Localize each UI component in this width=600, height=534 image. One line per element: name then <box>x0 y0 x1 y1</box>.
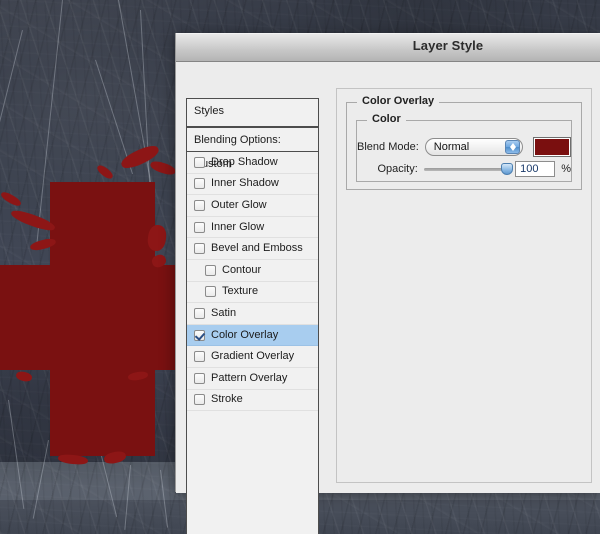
color-groupbox: Color Blend Mode: Normal Opacity: 100 % <box>356 113 572 182</box>
layer-style-dialog: Layer Style Styles Blending Options: Cus… <box>175 33 600 534</box>
checkbox-icon[interactable] <box>194 221 205 233</box>
checkbox-icon[interactable] <box>194 156 205 168</box>
paint-spatter <box>0 190 23 208</box>
opacity-input[interactable]: 100 <box>515 161 556 177</box>
opacity-slider-thumb[interactable] <box>501 163 514 175</box>
blend-mode-value: Normal <box>433 141 470 153</box>
color-overlay-panel: Color Overlay Color Blend Mode: Normal O… <box>336 88 592 483</box>
effect-label: Color Overlay <box>211 328 279 341</box>
checkbox-icon[interactable] <box>194 307 205 319</box>
checkbox-icon[interactable] <box>194 243 205 255</box>
blend-mode-row: Blend Mode: Normal <box>357 137 571 157</box>
checkbox-icon[interactable] <box>194 351 205 363</box>
styles-label: Styles <box>194 105 224 117</box>
dialog-body: Styles Blending Options: Custom Drop Sha… <box>176 62 600 534</box>
effect-row-texture[interactable]: Texture <box>187 282 318 304</box>
effect-row-inner-shadow[interactable]: Inner Shadow <box>187 174 318 196</box>
red-cross-graphic <box>0 0 175 470</box>
effect-label: Inner Glow <box>211 220 265 233</box>
opacity-row: Opacity: 100 % <box>357 161 571 177</box>
effect-label: Outer Glow <box>211 198 267 211</box>
effect-label: Satin <box>211 306 237 319</box>
opacity-label: Opacity: <box>377 163 418 175</box>
blend-mode-label: Blend Mode: <box>357 141 419 153</box>
blend-mode-select[interactable]: Normal <box>424 138 523 156</box>
screenshot-root: Layer Style Styles Blending Options: Cus… <box>0 0 600 534</box>
effect-label: Texture <box>222 285 259 298</box>
paint-spatter <box>149 159 175 177</box>
paint-spatter <box>95 163 115 181</box>
effect-row-contour[interactable]: Contour <box>187 260 318 282</box>
paint-spatter <box>15 370 33 383</box>
dialog-title: Layer Style <box>412 38 484 53</box>
effect-label: Drop Shadow <box>211 155 278 168</box>
effect-row-outer-glow[interactable]: Outer Glow <box>187 195 318 217</box>
checkbox-icon[interactable] <box>205 286 216 298</box>
effect-row-inner-glow[interactable]: Inner Glow <box>187 217 318 239</box>
opacity-unit-label: % <box>561 163 571 175</box>
opacity-slider-track <box>423 168 508 171</box>
blending-options-row[interactable]: Blending Options: Custom <box>186 127 319 170</box>
cross-horizontal-bar <box>0 265 175 370</box>
color-swatch-button[interactable] <box>532 137 571 157</box>
effect-label: Stroke <box>211 393 243 406</box>
checkbox-icon[interactable] <box>194 199 205 211</box>
color-overlay-groupbox: Color Overlay Color Blend Mode: Normal O… <box>346 95 582 190</box>
checkbox-icon[interactable] <box>194 178 205 190</box>
opacity-slider[interactable] <box>423 162 514 176</box>
checkbox-icon[interactable] <box>205 264 216 276</box>
effect-label: Pattern Overlay <box>211 371 288 384</box>
checkbox-checked-icon[interactable] <box>194 329 205 341</box>
color-group-label: Color <box>367 113 406 125</box>
effect-row-color-overlay[interactable]: Color Overlay <box>187 324 318 347</box>
effect-label: Inner Shadow <box>211 177 279 190</box>
effect-label: Gradient Overlay <box>211 350 295 363</box>
styles-panel: Styles Blending Options: Custom Drop Sha… <box>186 98 319 534</box>
effect-label: Contour <box>222 263 262 276</box>
styles-section[interactable]: Styles <box>186 98 319 127</box>
effect-row-gradient-overlay[interactable]: Gradient Overlay <box>187 346 318 368</box>
checkbox-icon[interactable] <box>194 372 205 384</box>
effect-label: Bevel and Emboss <box>211 242 303 255</box>
dialog-titlebar[interactable]: Layer Style <box>176 33 600 62</box>
checkbox-icon[interactable] <box>194 394 205 406</box>
effect-row-bevel-and-emboss[interactable]: Bevel and Emboss <box>187 238 318 260</box>
chevron-updown-icon[interactable] <box>504 140 520 154</box>
color-overlay-group-label: Color Overlay <box>357 95 440 107</box>
effect-row-pattern-overlay[interactable]: Pattern Overlay <box>187 368 318 390</box>
effects-list[interactable]: Drop Shadow Inner Shadow Outer Glow Inner G… <box>186 151 319 534</box>
effect-row-stroke[interactable]: Stroke <box>187 390 318 412</box>
effect-row-satin[interactable]: Satin <box>187 303 318 325</box>
